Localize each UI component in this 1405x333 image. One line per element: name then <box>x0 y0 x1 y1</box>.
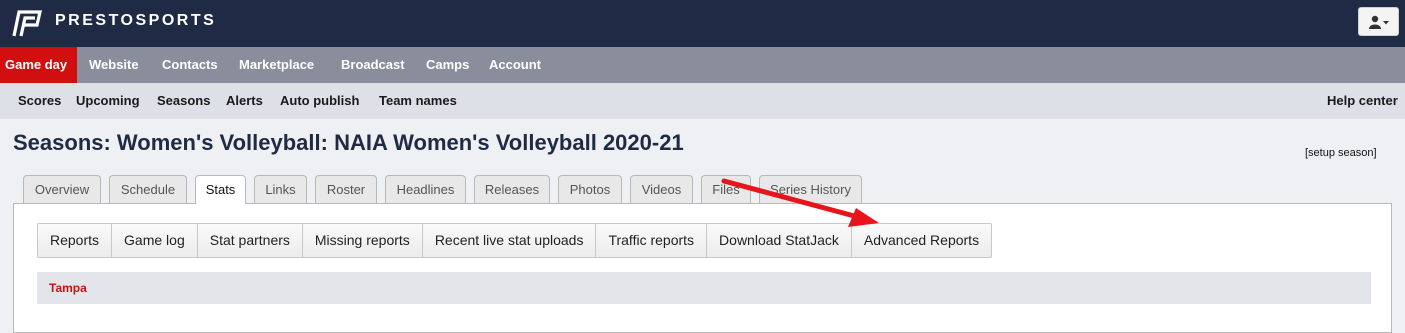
section-header: Tampa <box>37 272 1371 304</box>
help-center-link[interactable]: Help center <box>1327 83 1398 119</box>
nav-marketplace[interactable]: Marketplace <box>239 47 314 83</box>
subnav-seasons[interactable]: Seasons <box>157 83 210 119</box>
subnav-team-names[interactable]: Team names <box>379 83 457 119</box>
tab-schedule[interactable]: Schedule <box>109 175 187 203</box>
tab-overview[interactable]: Overview <box>23 175 101 203</box>
caret-down-icon <box>1383 21 1389 25</box>
subtab-game-log[interactable]: Game log <box>112 224 198 257</box>
subtab-missing-reports[interactable]: Missing reports <box>303 224 423 257</box>
subnav-auto-publish[interactable]: Auto publish <box>280 83 359 119</box>
page-title: Seasons: Women's Volleyball: NAIA Women'… <box>13 130 684 155</box>
user-icon <box>1369 15 1389 29</box>
tab-stats[interactable]: Stats <box>195 175 246 204</box>
top-bar: PRESTOSPORTS <box>0 0 1405 47</box>
subnav-alerts[interactable]: Alerts <box>226 83 263 119</box>
subtab-stat-partners[interactable]: Stat partners <box>198 224 303 257</box>
tab-series-history[interactable]: Series History <box>759 175 862 203</box>
brand-name: PRESTOSPORTS <box>55 12 217 29</box>
main-nav: Game day Website Contacts Marketplace Br… <box>0 47 1405 83</box>
section-title: Tampa <box>49 281 87 295</box>
setup-season-link[interactable]: [setup season] <box>1305 147 1377 159</box>
tab-roster[interactable]: Roster <box>315 175 377 203</box>
subnav-scores[interactable]: Scores <box>18 83 61 119</box>
tab-headlines[interactable]: Headlines <box>385 175 466 203</box>
sub-nav: Scores Upcoming Seasons Alerts Auto publ… <box>0 83 1405 119</box>
nav-website[interactable]: Website <box>89 47 139 83</box>
nav-camps[interactable]: Camps <box>426 47 469 83</box>
stats-subtabs: Reports Game log Stat partners Missing r… <box>37 223 993 258</box>
subtab-traffic-reports[interactable]: Traffic reports <box>596 224 708 257</box>
prestosports-logo[interactable] <box>9 8 45 38</box>
tab-links[interactable]: Links <box>254 175 307 203</box>
nav-account[interactable]: Account <box>489 47 541 83</box>
nav-game-day[interactable]: Game day <box>0 47 78 83</box>
tab-files[interactable]: Files <box>701 175 751 203</box>
subtab-advanced-reports[interactable]: Advanced Reports <box>852 224 991 257</box>
tab-photos[interactable]: Photos <box>558 175 622 203</box>
subnav-upcoming[interactable]: Upcoming <box>76 83 140 119</box>
subtab-recent-live-stat-uploads[interactable]: Recent live stat uploads <box>423 224 597 257</box>
tab-videos[interactable]: Videos <box>630 175 693 203</box>
subtab-download-statjack[interactable]: Download StatJack <box>707 224 852 257</box>
subtab-reports[interactable]: Reports <box>38 224 113 257</box>
nav-broadcast[interactable]: Broadcast <box>341 47 405 83</box>
tab-releases[interactable]: Releases <box>474 175 550 203</box>
user-menu-button[interactable] <box>1358 7 1399 36</box>
nav-contacts[interactable]: Contacts <box>162 47 218 83</box>
